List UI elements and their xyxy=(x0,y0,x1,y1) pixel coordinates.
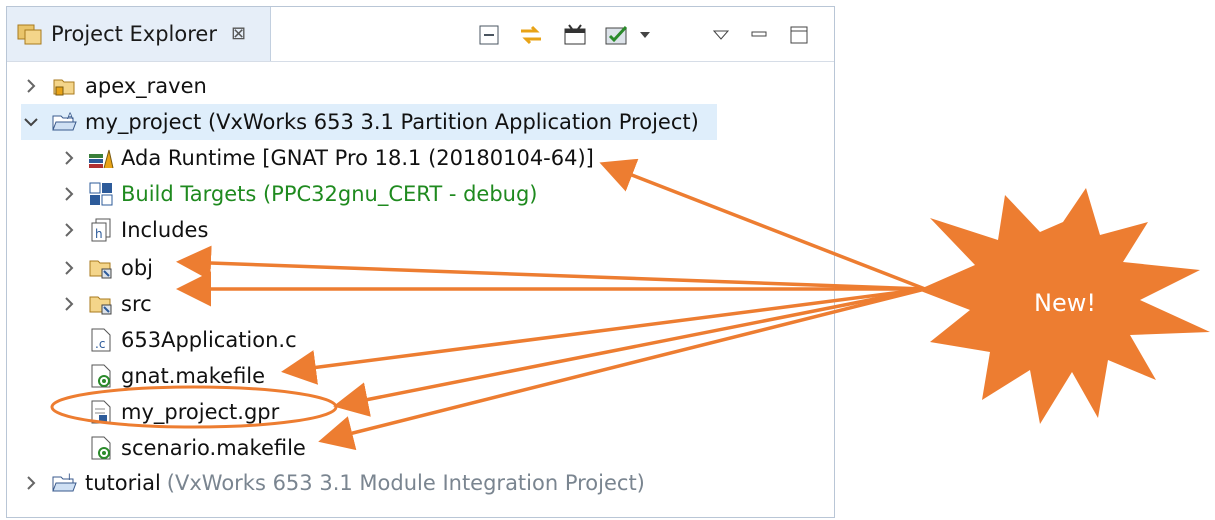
callout-overlay xyxy=(50,158,1210,451)
callout-label: New! xyxy=(1034,289,1096,317)
callout-arrows xyxy=(176,158,926,451)
highlight-ellipse xyxy=(50,385,338,429)
